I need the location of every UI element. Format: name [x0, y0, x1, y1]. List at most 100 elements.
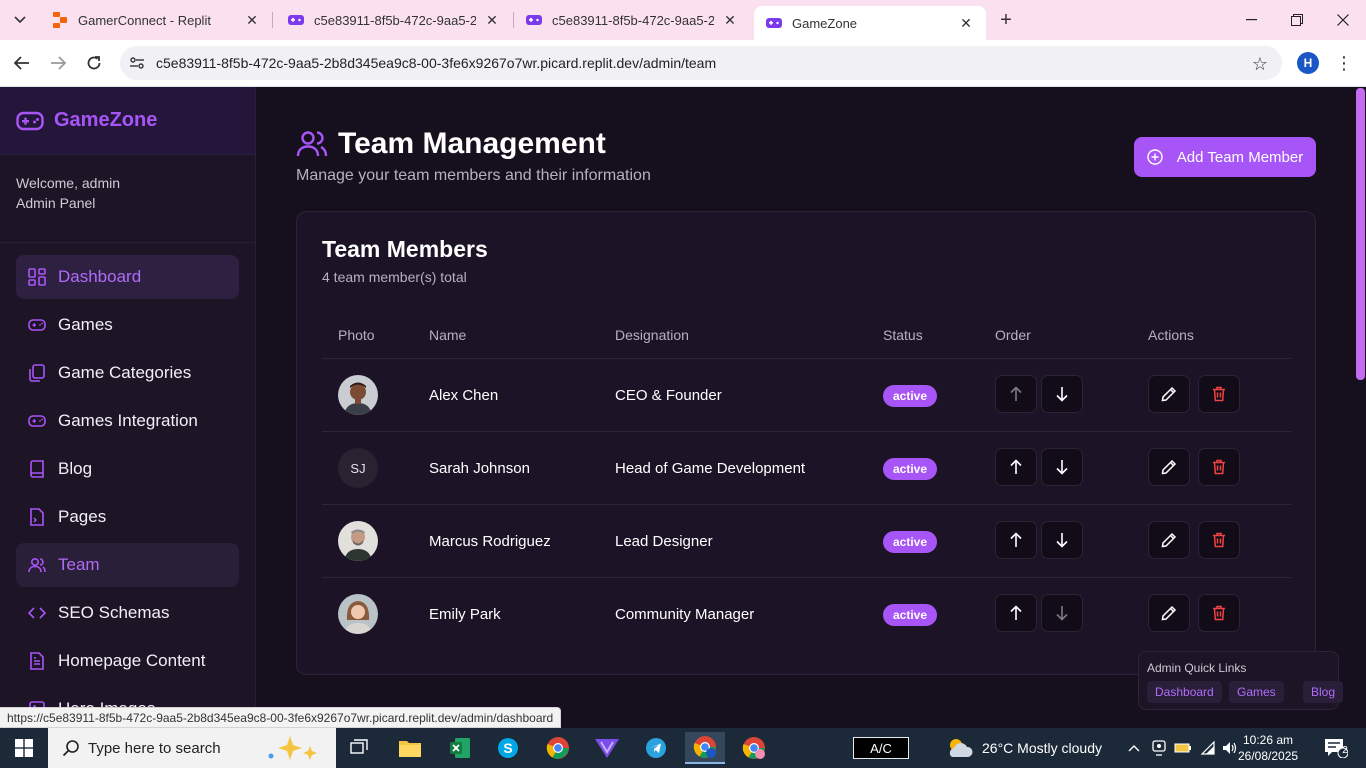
delete-button[interactable]: [1198, 521, 1240, 559]
ac-indicator[interactable]: A/C: [853, 737, 909, 759]
gamepad-icon: [766, 15, 782, 31]
browser-tab[interactable]: GamerConnect - Replit ✕: [40, 6, 272, 34]
role-text: Admin Panel: [16, 195, 96, 211]
excel-icon[interactable]: [440, 732, 480, 764]
sidebar-item-game-categories[interactable]: Game Categories: [16, 351, 239, 395]
sidebar-nav: Dashboard Games Game Categories Games In…: [0, 243, 255, 728]
move-down-button[interactable]: [1041, 521, 1083, 559]
delete-button[interactable]: [1198, 594, 1240, 632]
move-down-button[interactable]: [1041, 594, 1083, 632]
sidebar-item-label: SEO Schemas: [58, 603, 170, 622]
skype-icon[interactable]: S: [488, 732, 528, 764]
sidebar-item-games[interactable]: Games: [16, 303, 239, 347]
browser-tab-active[interactable]: GameZone ✕: [754, 6, 986, 40]
sidebar-item-pages[interactable]: Pages: [16, 495, 239, 539]
tab-title: GamerConnect - Replit: [78, 12, 211, 28]
quick-link-blog[interactable]: Blog: [1303, 681, 1344, 703]
member-name: Sarah Johnson: [429, 460, 530, 477]
main-content: Team Management Manage your team members…: [256, 87, 1356, 728]
sidebar-item-seo-schemas[interactable]: SEO Schemas: [16, 591, 239, 635]
volume-icon[interactable]: [1220, 728, 1240, 768]
sidebar-item-team[interactable]: Team: [16, 543, 239, 587]
chrome-icon[interactable]: [538, 732, 578, 764]
close-window-icon[interactable]: [1320, 0, 1366, 40]
add-team-member-button[interactable]: Add Team Member: [1134, 137, 1316, 177]
edit-button[interactable]: [1148, 521, 1190, 559]
profile-avatar[interactable]: H: [1297, 52, 1319, 74]
search-icon: [62, 740, 79, 757]
categories-icon: [28, 364, 46, 382]
sidebar-item-label: Blog: [58, 459, 93, 478]
battery-icon[interactable]: [1172, 728, 1194, 768]
move-up-button[interactable]: [995, 521, 1037, 559]
minimize-icon[interactable]: [1228, 0, 1274, 40]
webcam-icon[interactable]: [1148, 728, 1170, 768]
sidebar-item-homepage-content[interactable]: Homepage Content: [16, 639, 239, 683]
edit-button[interactable]: [1148, 448, 1190, 486]
scrollbar-thumb[interactable]: [1356, 88, 1365, 380]
browser-menu-icon[interactable]: ⋮: [1334, 50, 1354, 76]
edit-button[interactable]: [1148, 375, 1190, 413]
sidebar-item-games-integration[interactable]: Games Integration: [16, 399, 239, 443]
restore-icon[interactable]: [1274, 0, 1320, 40]
chevron-up-icon[interactable]: [1124, 728, 1144, 768]
arrow-up-icon: [1010, 605, 1022, 620]
move-up-button[interactable]: [995, 594, 1037, 632]
quick-link-games[interactable]: Games: [1229, 681, 1284, 703]
quick-link-dashboard[interactable]: Dashboard: [1147, 681, 1222, 703]
status-badge: active: [883, 604, 938, 626]
taskbar-search[interactable]: Type here to search: [48, 728, 336, 768]
brand-name: GameZone: [54, 109, 158, 131]
reload-icon[interactable]: [81, 50, 107, 76]
browser-tab[interactable]: c5e83911-8f5b-472c-9aa5-2b8d ✕: [276, 6, 512, 34]
avatar: [338, 521, 378, 561]
sidebar-item-label: Game Categories: [58, 363, 192, 382]
back-icon[interactable]: [9, 50, 35, 76]
trash-icon: [1213, 386, 1225, 402]
move-down-button[interactable]: [1041, 448, 1083, 486]
clock-time: 10:26 am: [1242, 733, 1294, 747]
move-up-button[interactable]: [995, 448, 1037, 486]
notification-center-icon[interactable]: 2: [1322, 736, 1350, 760]
tab-separator: [272, 12, 273, 28]
avatar: [338, 375, 378, 415]
delete-button[interactable]: [1198, 375, 1240, 413]
forward-icon[interactable]: [45, 50, 71, 76]
tab-close-icon[interactable]: ✕: [244, 12, 260, 28]
tab-close-icon[interactable]: ✕: [958, 15, 974, 31]
replit-icon: [52, 12, 68, 28]
file-explorer-icon[interactable]: [390, 732, 430, 764]
chrome-profile-icon[interactable]: [685, 732, 725, 764]
browser-tab[interactable]: c5e83911-8f5b-472c-9aa5-2b8d ✕: [514, 6, 750, 34]
tab-close-icon[interactable]: ✕: [484, 12, 500, 28]
url-bar[interactable]: c5e83911-8f5b-472c-9aa5-2b8d345ea9c8-00-…: [120, 46, 1282, 80]
delete-button[interactable]: [1198, 448, 1240, 486]
member-designation: CEO & Founder: [615, 387, 722, 404]
status-badge: active: [883, 531, 938, 553]
sidebar-item-dashboard[interactable]: Dashboard: [16, 255, 239, 299]
brand[interactable]: GameZone: [0, 87, 255, 155]
task-view-icon[interactable]: [340, 732, 380, 764]
bookmark-star-icon[interactable]: ☆: [1252, 54, 1268, 75]
chrome-profile-icon[interactable]: [734, 732, 774, 764]
avatar: [338, 594, 378, 634]
site-info-icon[interactable]: [120, 46, 154, 80]
sidebar-item-blog[interactable]: Blog: [16, 447, 239, 491]
tab-search-chevron-icon[interactable]: [8, 8, 32, 32]
taskbar-clock[interactable]: 10:26 am 26/08/2025: [1238, 732, 1298, 764]
arrow-down-icon: [1056, 460, 1068, 475]
vpn-icon[interactable]: [587, 732, 627, 764]
status-badge: active: [883, 385, 938, 407]
weather-widget[interactable]: 26°C Mostly cloudy: [946, 728, 1102, 768]
edit-button[interactable]: [1148, 594, 1190, 632]
move-down-button[interactable]: [1041, 375, 1083, 413]
tab-close-icon[interactable]: ✕: [722, 12, 738, 28]
new-tab-icon[interactable]: +: [994, 8, 1018, 32]
admin-sidebar: GameZone Welcome, admin Admin Panel Dash…: [0, 87, 256, 728]
telegram-icon[interactable]: [636, 732, 676, 764]
move-up-button[interactable]: [995, 375, 1037, 413]
table-row: Marcus Rodriguez Lead Designer active: [322, 505, 1292, 578]
wifi-icon[interactable]: [1197, 728, 1219, 768]
windows-start-icon[interactable]: [0, 728, 48, 768]
member-designation: Lead Designer: [615, 533, 713, 550]
